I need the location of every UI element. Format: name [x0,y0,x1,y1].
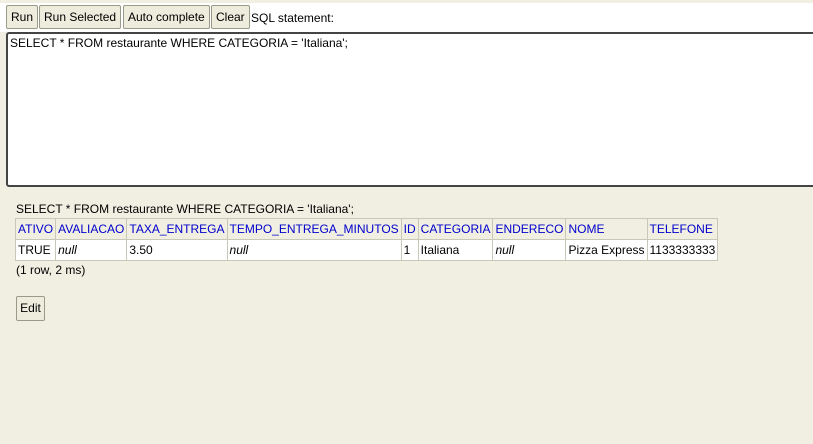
row-count-status: (1 row, 2 ms) [16,263,86,277]
cell-nome: Pizza Express [565,239,648,261]
column-header-ativo[interactable]: ATIVO [14,218,57,240]
column-header-nome[interactable]: NOME [565,218,648,240]
run-selected-button[interactable]: Run Selected [39,5,122,29]
column-header-id[interactable]: ID [400,218,419,240]
toolbar: Run Run Selected Auto complete Clear SQL… [0,0,813,32]
auto-complete-button[interactable]: Auto complete [123,5,210,29]
clear-button[interactable]: Clear [211,5,250,29]
cell-tempo-entrega-minutos: null [226,239,402,261]
header-row: ATIVO AVALIACAO TAXA_ENTREGA TEMPO_ENTRE… [14,218,719,240]
cell-telefone: 1133333333 [646,239,719,261]
query-echo: SELECT * FROM restaurante WHERE CATEGORI… [16,202,354,216]
sql-editor[interactable]: SELECT * FROM restaurante WHERE CATEGORI… [6,32,813,187]
sql-statement-label: SQL statement: [251,11,334,25]
run-button[interactable]: Run [6,5,39,29]
column-header-tempo-entrega-minutos[interactable]: TEMPO_ENTREGA_MINUTOS [226,218,402,240]
cell-categoria: Italiana [417,239,494,261]
cell-taxa-entrega: 3.50 [126,239,228,261]
column-header-telefone[interactable]: TELEFONE [646,218,719,240]
results-table: ATIVO AVALIACAO TAXA_ENTREGA TEMPO_ENTRE… [14,218,719,261]
column-header-categoria[interactable]: CATEGORIA [417,218,494,240]
column-header-avaliacao[interactable]: AVALIACAO [55,218,128,240]
cell-avaliacao: null [55,239,128,261]
cell-id: 1 [400,239,419,261]
column-header-endereco[interactable]: ENDERECO [492,218,567,240]
column-header-taxa-entrega[interactable]: TAXA_ENTREGA [126,218,228,240]
edit-button[interactable]: Edit [16,296,45,321]
cell-endereco: null [492,239,567,261]
cell-ativo: TRUE [14,239,57,261]
table-row: TRUE null 3.50 null 1 Italiana null Pizz… [14,239,719,261]
